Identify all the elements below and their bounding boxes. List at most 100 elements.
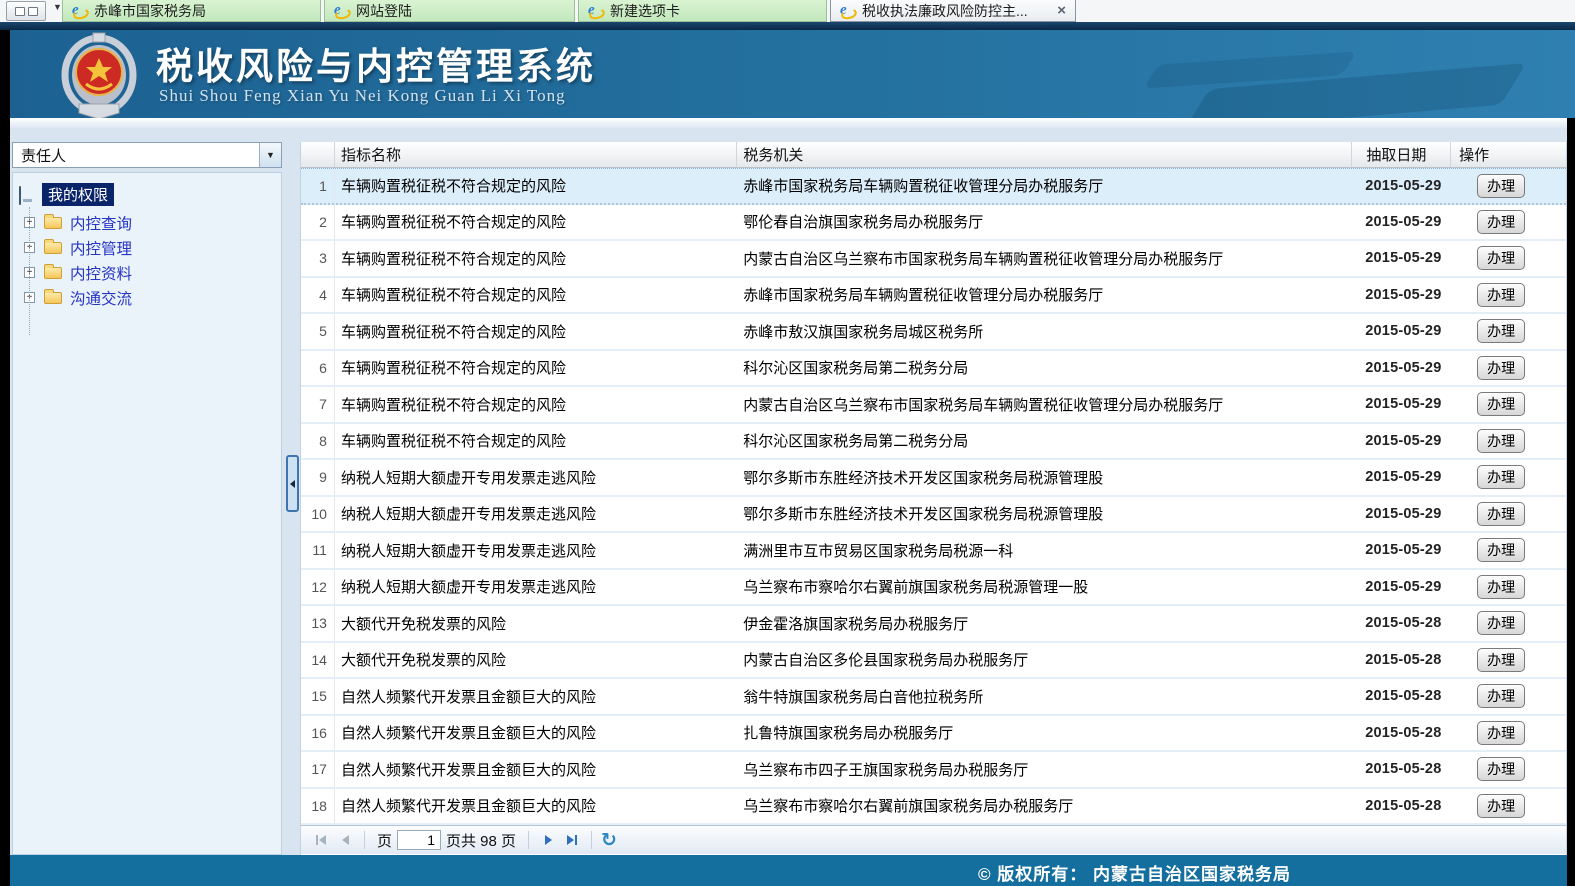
ie-icon: e <box>840 2 856 19</box>
sidebar-item-communication[interactable]: + 沟通交流 <box>24 285 281 310</box>
column-header-date[interactable]: 抽取日期 <box>1352 142 1451 167</box>
table-row[interactable]: 5 车辆购置税征税不符合规定的风险 赤峰市敖汉旗国家税务局城区税务所 2015-… <box>301 314 1566 351</box>
authority-cell: 赤峰市敖汉旗国家税务局城区税务所 <box>737 314 1352 349</box>
pagination-toolbar: 页 页共 98 页 ↻ <box>301 825 1566 854</box>
row-number: 12 <box>301 570 335 605</box>
handle-button[interactable]: 办理 <box>1477 648 1525 672</box>
authority-cell: 鄂尔多斯市东胜经济技术开发区国家税务局税源管理股 <box>737 460 1352 495</box>
handle-button[interactable]: 办理 <box>1477 611 1525 635</box>
handle-button[interactable]: 办理 <box>1477 283 1525 307</box>
page-number-input[interactable] <box>397 830 441 850</box>
sidebar-item-internal-control-documents[interactable]: + 内控资料 <box>24 260 281 285</box>
indicator-cell: 自然人频繁代开发票且金额巨大的风险 <box>335 752 737 787</box>
table-row[interactable]: 17 自然人频繁代开发票且金额巨大的风险 乌兰察布市四子王旗国家税务局办税服务厅… <box>301 752 1566 789</box>
browser-tab-4-active[interactable]: e 税收执法廉政风险防控主... × <box>830 0 1076 22</box>
date-cell: 2015-05-28 <box>1352 643 1451 678</box>
table-row[interactable]: 1 车辆购置税征税不符合规定的风险 赤峰市国家税务局车辆购置税征收管理分局办税服… <box>301 168 1566 205</box>
date-cell: 2015-05-29 <box>1352 241 1451 276</box>
indicator-cell: 自然人频繁代开发票且金额巨大的风险 <box>335 716 737 751</box>
table-row[interactable]: 13 大额代开免税发票的风险 伊金霍洛旗国家税务局办税服务厅 2015-05-2… <box>301 606 1566 643</box>
date-cell: 2015-05-29 <box>1352 314 1451 349</box>
first-page-button[interactable] <box>309 829 333 851</box>
date-cell: 2015-05-29 <box>1352 424 1451 459</box>
folder-icon <box>44 292 62 304</box>
handle-button[interactable]: 办理 <box>1477 575 1525 599</box>
handle-button[interactable]: 办理 <box>1477 210 1525 234</box>
table-row[interactable]: 2 车辆购置税征税不符合规定的风险 鄂伦春自治旗国家税务局办税服务厅 2015-… <box>301 205 1566 242</box>
browser-tab-3[interactable]: e 新建选项卡 <box>578 0 827 22</box>
next-page-button[interactable] <box>536 829 560 851</box>
handle-button[interactable]: 办理 <box>1477 721 1525 745</box>
table-row[interactable]: 4 车辆购置税征税不符合规定的风险 赤峰市国家税务局车辆购置税征收管理分局办税服… <box>301 278 1566 315</box>
handle-button[interactable]: 办理 <box>1477 246 1525 270</box>
chevron-down-icon[interactable]: ▼ <box>259 143 281 167</box>
row-number: 16 <box>301 716 335 751</box>
tab-list-dropdown-icon[interactable]: ▼ <box>53 2 62 12</box>
tab-label: 税收执法廉政风险防控主... <box>862 1 1028 21</box>
header-bottom-strip <box>10 118 1567 128</box>
handle-button[interactable]: 办理 <box>1477 319 1525 343</box>
app-window: ▼ e 赤峰市国家税务局 e 网站登陆 e 新建选项卡 e 税收执法廉政风险防控… <box>0 0 1575 886</box>
quick-tabs-icon <box>15 7 25 16</box>
table-row[interactable]: 12 纳税人短期大额虚开专用发票走逃风险 乌兰察布市察哈尔右翼前旗国家税务局税源… <box>301 570 1566 607</box>
table-row[interactable]: 16 自然人频繁代开发票且金额巨大的风险 扎鲁特旗国家税务局办税服务厅 2015… <box>301 716 1566 753</box>
handle-button[interactable]: 办理 <box>1477 465 1525 489</box>
handle-button[interactable]: 办理 <box>1477 356 1525 380</box>
browser-tab-2[interactable]: e 网站登陆 <box>324 0 575 22</box>
responsible-person-select[interactable]: 责任人 ▼ <box>12 142 282 168</box>
handle-button[interactable]: 办理 <box>1477 502 1525 526</box>
table-row[interactable]: 3 车辆购置税征税不符合规定的风险 内蒙古自治区乌兰察布市国家税务局车辆购置税征… <box>301 241 1566 278</box>
close-tab-icon[interactable]: × <box>1047 2 1066 19</box>
column-header-authority[interactable]: 税务机关 <box>737 142 1352 167</box>
tree-root-label: 我的权限 <box>42 183 114 206</box>
indicator-cell: 自然人频繁代开发票且金额巨大的风险 <box>335 789 737 824</box>
indicator-cell: 车辆购置税征税不符合规定的风险 <box>335 351 737 386</box>
indicator-cell: 车辆购置税征税不符合规定的风险 <box>335 387 737 422</box>
previous-page-button[interactable] <box>333 829 357 851</box>
handle-button[interactable]: 办理 <box>1477 538 1525 562</box>
copyright-text: © 版权所有： 内蒙古自治区国家税务局 <box>978 860 1291 885</box>
tree-root-my-permissions[interactable]: 我的权限 <box>19 183 281 206</box>
table-row[interactable]: 15 自然人频繁代开发票且金额巨大的风险 翁牛特旗国家税务局白音他拉税务所 20… <box>301 679 1566 716</box>
collapse-left-icon <box>290 480 295 488</box>
sidebar-item-internal-control-management[interactable]: + 内控管理 <box>24 235 281 260</box>
date-cell: 2015-05-29 <box>1352 351 1451 386</box>
row-number: 13 <box>301 606 335 641</box>
table-row[interactable]: 8 车辆购置税征税不符合规定的风险 科尔沁区国家税务局第二税务分局 2015-0… <box>301 424 1566 461</box>
row-number: 5 <box>301 314 335 349</box>
authority-cell: 鄂伦春自治旗国家税务局办税服务厅 <box>737 205 1352 240</box>
indicator-cell: 车辆购置税征税不符合规定的风险 <box>335 278 737 313</box>
table-row[interactable]: 18 自然人频繁代开发票且金额巨大的风险 乌兰察布市察哈尔右翼前旗国家税务局办税… <box>301 789 1566 826</box>
authority-cell: 鄂尔多斯市东胜经济技术开发区国家税务局税源管理股 <box>737 497 1352 532</box>
sidebar-item-internal-control-query[interactable]: + 内控查询 <box>24 210 281 235</box>
row-number: 10 <box>301 497 335 532</box>
sidebar-item-label: 内控资料 <box>70 262 132 284</box>
browser-tab-1[interactable]: e 赤峰市国家税务局 <box>62 0 321 22</box>
handle-button[interactable]: 办理 <box>1477 429 1525 453</box>
row-number: 4 <box>301 278 335 313</box>
handle-button[interactable]: 办理 <box>1477 684 1525 708</box>
row-number: 1 <box>301 169 335 203</box>
tab-label: 网站登陆 <box>356 1 412 21</box>
computer-icon <box>19 187 36 202</box>
sidebar-collapse-button[interactable] <box>286 455 299 512</box>
handle-button[interactable]: 办理 <box>1477 392 1525 416</box>
handle-button[interactable]: 办理 <box>1477 757 1525 781</box>
date-cell: 2015-05-29 <box>1352 387 1451 422</box>
column-header-operation[interactable]: 操作 <box>1451 142 1566 167</box>
column-header-indicator[interactable]: 指标名称 <box>335 142 737 167</box>
grid-header-row: 指标名称 税务机关 抽取日期 操作 <box>301 142 1566 168</box>
handle-button[interactable]: 办理 <box>1477 174 1525 198</box>
table-row[interactable]: 6 车辆购置税征税不符合规定的风险 科尔沁区国家税务局第二税务分局 2015-0… <box>301 351 1566 388</box>
authority-cell: 科尔沁区国家税务局第二税务分局 <box>737 351 1352 386</box>
table-row[interactable]: 9 纳税人短期大额虚开专用发票走逃风险 鄂尔多斯市东胜经济技术开发区国家税务局税… <box>301 460 1566 497</box>
table-row[interactable]: 11 纳税人短期大额虚开专用发票走逃风险 满洲里市互市贸易区国家税务局税源一科 … <box>301 533 1566 570</box>
refresh-icon[interactable]: ↻ <box>601 831 617 850</box>
table-row[interactable]: 10 纳税人短期大额虚开专用发票走逃风险 鄂尔多斯市东胜经济技术开发区国家税务局… <box>301 497 1566 534</box>
date-cell: 2015-05-28 <box>1352 752 1451 787</box>
table-row[interactable]: 7 车辆购置税征税不符合规定的风险 内蒙古自治区乌兰察布市国家税务局车辆购置税征… <box>301 387 1566 424</box>
last-page-button[interactable] <box>560 829 584 851</box>
quick-tabs-button[interactable] <box>6 1 46 21</box>
handle-button[interactable]: 办理 <box>1477 794 1525 818</box>
table-row[interactable]: 14 大额代开免税发票的风险 内蒙古自治区多伦县国家税务局办税服务厅 2015-… <box>301 643 1566 680</box>
